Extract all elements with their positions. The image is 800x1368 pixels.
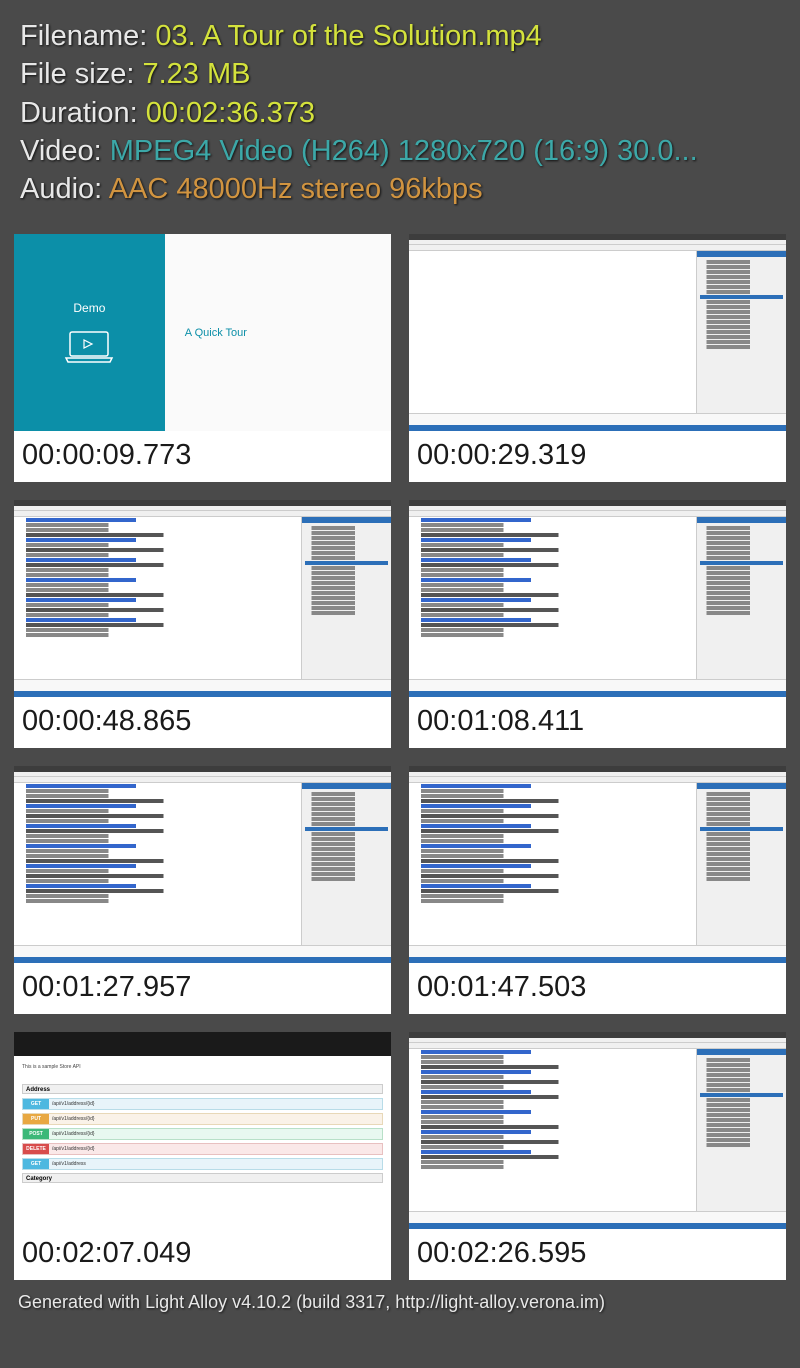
swagger-intro: This is a sample Store API <box>22 1064 383 1084</box>
endpoint-path: /api/v1/address/{id} <box>49 1101 95 1107</box>
duration-value: 00:02:36.373 <box>146 97 315 129</box>
video-row: Video: MPEG4 Video (H264) 1280x720 (16:9… <box>20 133 780 169</box>
thumbnail-card: 00:02:26.595 <box>409 1032 786 1280</box>
ide-screenshot <box>409 766 786 963</box>
thumbnail-image <box>14 766 391 963</box>
thumbnail-timestamp: 00:00:48.865 <box>14 697 391 748</box>
endpoint-path: /api/v1/address/{id} <box>49 1146 95 1152</box>
http-method-badge: GET <box>23 1099 49 1109</box>
video-label: Video: <box>20 135 110 167</box>
thumbnail-timestamp: 00:01:08.411 <box>409 697 786 748</box>
swagger-endpoint: POST /api/v1/address/{id} <box>22 1128 383 1140</box>
thumbnail-timestamp: 00:02:26.595 <box>409 1229 786 1280</box>
thumbnail-image <box>14 500 391 697</box>
audio-label: Audio: <box>20 173 109 205</box>
video-value: MPEG4 Video (H264) 1280x720 (16:9) 30.0.… <box>110 135 698 167</box>
ide-screenshot <box>409 1032 786 1229</box>
thumbnail-timestamp: 00:01:27.957 <box>14 963 391 1014</box>
audio-value: AAC 48000Hz stereo 96kbps <box>109 173 483 205</box>
ide-screenshot <box>14 500 391 697</box>
thumbnail-card: 00:01:27.957 <box>14 766 391 1014</box>
thumbnail-image <box>409 234 786 431</box>
http-method-badge: PUT <box>23 1114 49 1124</box>
swagger-section-heading: Category <box>22 1173 383 1183</box>
demo-title: Demo <box>73 301 105 315</box>
swagger-endpoint: GET /api/v1/address/{id} <box>22 1098 383 1110</box>
http-method-badge: GET <box>23 1159 49 1169</box>
filename-label: Filename: <box>20 20 155 52</box>
endpoint-path: /api/v1/address <box>49 1161 86 1167</box>
thumbnail-card: 00:01:08.411 <box>409 500 786 748</box>
thumbnail-card: This is a sample Store API Address GET /… <box>14 1032 391 1280</box>
thumbnail-timestamp: 00:00:29.319 <box>409 431 786 482</box>
filesize-value: 7.23 MB <box>142 58 250 90</box>
swagger-endpoint: PUT /api/v1/address/{id} <box>22 1113 383 1125</box>
thumbnail-grid: Demo A Quick Tour 00:00:09.773 00:00:29.… <box>0 219 800 1280</box>
swagger-endpoint: DELETE /api/v1/address/{id} <box>22 1143 383 1155</box>
thumbnail-image: Demo A Quick Tour <box>14 234 391 431</box>
http-method-badge: POST <box>23 1129 49 1139</box>
thumbnail-timestamp: 00:02:07.049 <box>14 1229 391 1280</box>
demo-subtitle: A Quick Tour <box>185 327 247 339</box>
filename-row: Filename: 03. A Tour of the Solution.mp4 <box>20 18 780 54</box>
ide-screenshot <box>409 500 786 697</box>
ide-screenshot <box>409 234 786 431</box>
thumbnail-image: This is a sample Store API Address GET /… <box>14 1032 391 1229</box>
swagger-endpoint: GET /api/v1/address <box>22 1158 383 1170</box>
swagger-screenshot: This is a sample Store API Address GET /… <box>14 1032 391 1229</box>
demo-slide: Demo A Quick Tour <box>14 234 391 431</box>
thumbnail-card: Demo A Quick Tour 00:00:09.773 <box>14 234 391 482</box>
audio-row: Audio: AAC 48000Hz stereo 96kbps <box>20 171 780 207</box>
thumbnail-card: 00:00:29.319 <box>409 234 786 482</box>
endpoint-path: /api/v1/address/{id} <box>49 1131 95 1137</box>
thumbnail-timestamp: 00:01:47.503 <box>409 963 786 1014</box>
filesize-row: File size: 7.23 MB <box>20 56 780 92</box>
duration-row: Duration: 00:02:36.373 <box>20 95 780 131</box>
thumbnail-card: 00:01:47.503 <box>409 766 786 1014</box>
footer-text: Generated with Light Alloy v4.10.2 (buil… <box>0 1280 800 1323</box>
filename-value: 03. A Tour of the Solution.mp4 <box>155 20 541 52</box>
filesize-label: File size: <box>20 58 142 90</box>
metadata-panel: Filename: 03. A Tour of the Solution.mp4… <box>0 0 800 219</box>
thumbnail-card: 00:00:48.865 <box>14 500 391 748</box>
duration-label: Duration: <box>20 97 146 129</box>
ide-screenshot <box>14 766 391 963</box>
thumbnail-image <box>409 1032 786 1229</box>
laptop-icon <box>64 330 114 365</box>
endpoint-path: /api/v1/address/{id} <box>49 1116 95 1122</box>
swagger-section-heading: Address <box>22 1084 383 1094</box>
thumbnail-image <box>409 766 786 963</box>
http-method-badge: DELETE <box>23 1144 49 1154</box>
thumbnail-image <box>409 500 786 697</box>
thumbnail-timestamp: 00:00:09.773 <box>14 431 391 482</box>
